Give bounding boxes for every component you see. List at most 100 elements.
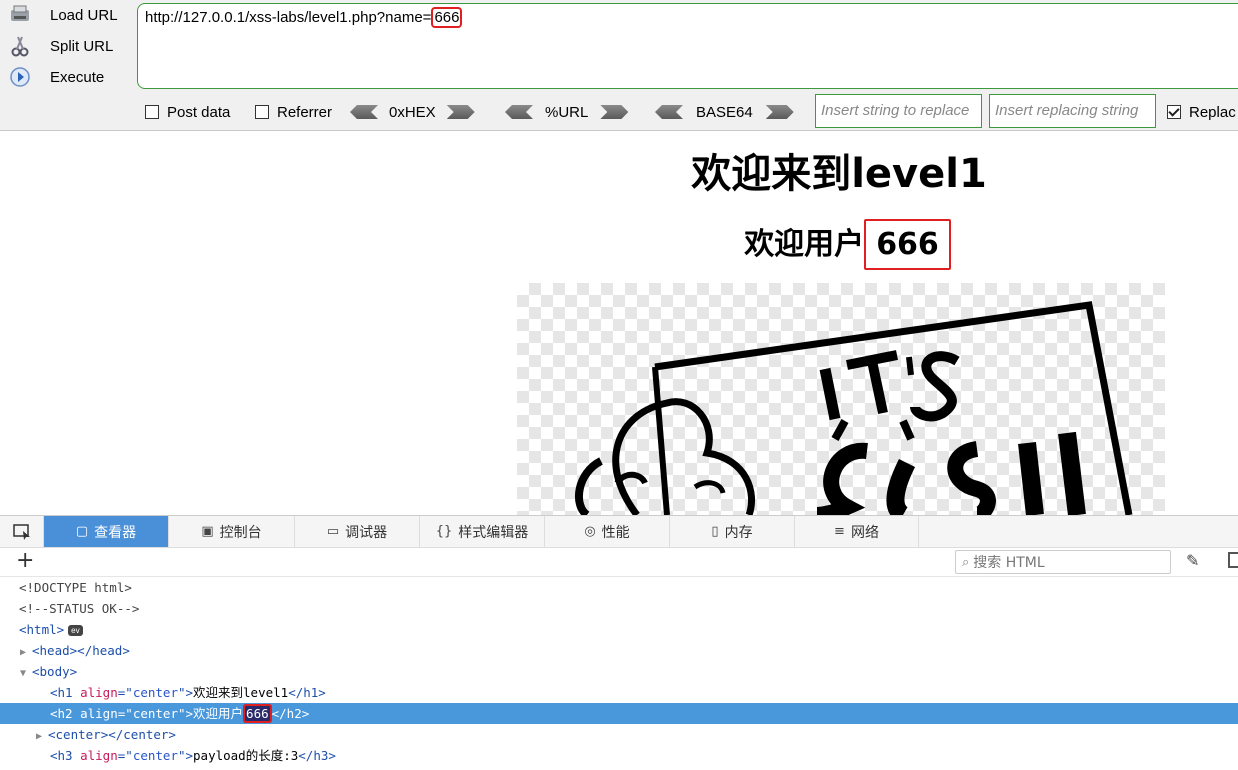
- screenshot-node-icon[interactable]: [1228, 552, 1238, 568]
- hex-decode-arrow-icon[interactable]: [350, 105, 378, 119]
- tab-inspector[interactable]: ▢ 查看器: [44, 516, 169, 547]
- url-encode-arrow-icon[interactable]: [600, 105, 629, 119]
- tab-style-editor-label: 样式编辑器: [458, 524, 529, 541]
- replace-checkbox[interactable]: [1167, 105, 1181, 119]
- load-url-icon: [8, 4, 32, 26]
- html-tag-name: html: [26, 622, 57, 637]
- tab-network-label: 网络: [850, 524, 879, 541]
- h1-align-value: center: [132, 685, 178, 700]
- base64-decode-arrow-icon[interactable]: [655, 105, 683, 119]
- devtools-tabbar: ▢ 查看器 ▣ 控制台 ▭ 调试器 {} 样式编辑器 ◎ 性能 ▯ 内存 ≡ 网络: [0, 516, 1238, 548]
- post-data-checkbox[interactable]: [145, 105, 159, 119]
- head-tag-close: head: [92, 643, 123, 658]
- tab-performance-label: 性能: [601, 524, 630, 541]
- element-picker-icon: [12, 523, 30, 540]
- tab-debugger-label: 调试器: [345, 524, 388, 541]
- h2-align-attr: align: [80, 706, 118, 721]
- url-decode-arrow-icon[interactable]: [505, 105, 533, 119]
- post-data-option[interactable]: Post data: [145, 101, 230, 123]
- h3-node-text: payload的长度:3: [193, 748, 299, 763]
- h2-node-text: 欢迎用户: [193, 706, 244, 721]
- welcome-user-heading: 欢迎用户 666: [0, 219, 1238, 270]
- collapse-body-icon[interactable]: ▼: [20, 663, 32, 684]
- add-node-icon[interactable]: +: [16, 549, 34, 573]
- url-encode-label: %URL: [545, 103, 589, 121]
- split-url-button[interactable]: Split URL: [8, 33, 113, 59]
- tab-debugger[interactable]: ▭ 调试器: [295, 516, 420, 547]
- url-encoder[interactable]: %URL: [505, 101, 629, 123]
- url-input[interactable]: http://127.0.0.1/xss-labs/level1.php?nam…: [137, 3, 1238, 89]
- center-node[interactable]: ▶ <center></center>: [0, 724, 1238, 745]
- tab-console[interactable]: ▣ 控制台: [169, 516, 295, 547]
- replace-from-input[interactable]: Insert string to replace: [815, 94, 982, 128]
- referrer-option[interactable]: Referrer: [255, 101, 332, 123]
- url-text: http://127.0.0.1/xss-labs/level1.php?nam…: [145, 9, 432, 26]
- hackbar-toolbar: Load URL Split URL Execute http://127.0.…: [0, 0, 1238, 131]
- welcome-user-label: 欢迎用户: [744, 227, 865, 262]
- search-icon: ⌕: [962, 554, 970, 570]
- referrer-checkbox[interactable]: [255, 105, 269, 119]
- base64-encode-arrow-icon[interactable]: [765, 105, 794, 119]
- load-url-button[interactable]: Load URL: [8, 2, 118, 28]
- hex-label: 0xHEX: [389, 103, 436, 121]
- image-lettering-easy: [816, 419, 1086, 515]
- hex-encoder[interactable]: 0xHEX: [350, 101, 475, 123]
- inspector-toolbar: + ⌕ 搜索 HTML ✎: [0, 548, 1238, 577]
- body-node[interactable]: ▼ <body>: [0, 661, 1238, 682]
- page-heading-level1: 欢迎来到level1: [691, 151, 987, 197]
- h2-node-selected[interactable]: <h2 align="center">欢迎用户 666 </h2>: [0, 703, 1238, 724]
- h1-node[interactable]: <h1 align="center">欢迎来到level1</h1>: [0, 682, 1238, 703]
- replace-option[interactable]: Replac: [1167, 101, 1236, 123]
- style-editor-icon: {}: [435, 524, 453, 539]
- performance-icon: ◎: [584, 524, 596, 539]
- image-lettering-its: [819, 350, 960, 422]
- tab-memory[interactable]: ▯ 内存: [670, 516, 795, 547]
- its-easy-image: [517, 283, 1165, 515]
- html-markup-tree: <!DOCTYPE html> <!--STATUS OK--> <html> e…: [0, 577, 1238, 770]
- html-node[interactable]: <html> ev: [0, 619, 1238, 640]
- execute-label: Execute: [50, 68, 105, 86]
- tab-console-label: 控制台: [219, 524, 262, 541]
- page-viewport: 欢迎来到level1 欢迎用户 666: [0, 131, 1238, 515]
- doctype-text: <!DOCTYPE html>: [19, 580, 132, 595]
- split-url-icon: [8, 35, 32, 57]
- comment-text: <!--STATUS OK-->: [19, 601, 140, 616]
- split-url-label: Split URL: [50, 37, 114, 55]
- network-icon: ≡: [834, 524, 845, 539]
- expand-center-icon[interactable]: ▶: [36, 726, 48, 747]
- load-url-label: Load URL: [50, 6, 118, 24]
- devtools-panel: ▢ 查看器 ▣ 控制台 ▭ 调试器 {} 样式编辑器 ◎ 性能 ▯ 内存 ≡ 网络 + ⌕ 搜…: [0, 515, 1238, 770]
- console-icon: ▣: [201, 524, 214, 539]
- event-badge[interactable]: ev: [68, 625, 83, 636]
- h2-node-value: 666: [243, 704, 272, 723]
- h1-align-attr: align: [80, 685, 118, 700]
- head-node[interactable]: ▶ <head></head>: [0, 640, 1238, 661]
- memory-icon: ▯: [711, 524, 719, 539]
- head-tag-open: head: [39, 643, 70, 658]
- base64-label: BASE64: [696, 103, 753, 121]
- search-html-placeholder: 搜索 HTML: [973, 555, 1045, 571]
- expand-head-icon[interactable]: ▶: [20, 642, 32, 663]
- h1-node-text: 欢迎来到level1: [193, 685, 289, 700]
- h3-align-attr: align: [80, 748, 118, 763]
- tab-performance[interactable]: ◎ 性能: [545, 516, 670, 547]
- comment-line[interactable]: <!--STATUS OK-->: [0, 598, 1238, 619]
- h3-node[interactable]: <h3 align="center">payload的长度:3</h3>: [0, 745, 1238, 766]
- tab-network[interactable]: ≡ 网络: [795, 516, 919, 547]
- execute-icon: [8, 66, 32, 88]
- center-tag-close: center: [123, 727, 169, 742]
- tab-style-editor[interactable]: {} 样式编辑器: [420, 516, 545, 547]
- base64-encoder[interactable]: BASE64: [655, 101, 794, 123]
- inspector-icon: ▢: [75, 524, 89, 539]
- welcome-user-value: 666: [864, 219, 951, 270]
- doctype-line[interactable]: <!DOCTYPE html>: [0, 577, 1238, 598]
- eyedropper-icon[interactable]: ✎: [1186, 551, 1199, 570]
- hex-encode-arrow-icon[interactable]: [446, 105, 475, 119]
- search-html-input[interactable]: ⌕ 搜索 HTML: [955, 550, 1171, 574]
- execute-button[interactable]: Execute: [8, 64, 104, 90]
- element-picker-button[interactable]: [0, 516, 44, 547]
- replace-to-input[interactable]: Insert replacing string: [989, 94, 1156, 128]
- replace-label: Replac: [1189, 103, 1236, 121]
- body-tag-name: body: [39, 664, 70, 679]
- center-tag-open: center: [55, 727, 101, 742]
